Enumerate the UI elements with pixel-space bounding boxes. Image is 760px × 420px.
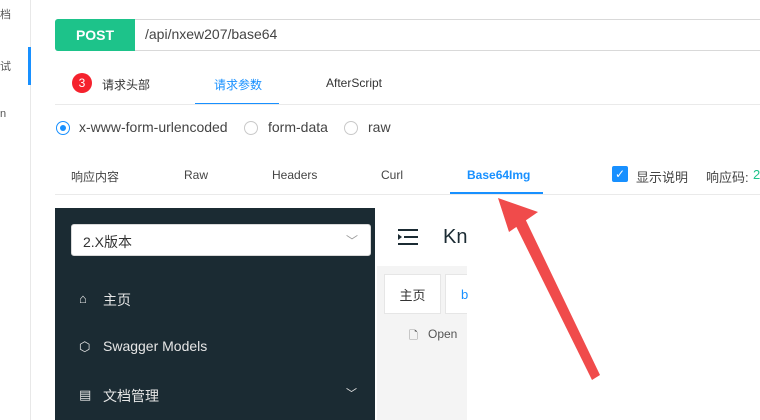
- preview-menu-models: Swagger Models: [103, 338, 208, 354]
- file-icon: 🗋: [409, 330, 418, 342]
- tab-request-headers[interactable]: 请求头部: [102, 76, 150, 93]
- preview-tab-home: 主页: [384, 274, 441, 314]
- show-description-label[interactable]: 显示说明: [636, 167, 688, 186]
- preview-version-text: 2.X版本: [83, 234, 133, 250]
- left-sidebar-item-debug[interactable]: 试: [0, 58, 11, 74]
- radio-urlencoded[interactable]: [56, 121, 70, 135]
- tab-response-headers[interactable]: Headers: [272, 168, 317, 182]
- preview-open-label: Open: [428, 327, 458, 341]
- response-code-label: 响应码:: [706, 170, 749, 185]
- show-description-checkbox[interactable]: ✓: [612, 166, 628, 182]
- radio-raw[interactable]: [344, 121, 358, 135]
- annotation-arrow-head: [498, 198, 538, 232]
- left-sidebar-item-docs[interactable]: 档: [0, 6, 11, 22]
- preview-brand-title: Kn: [443, 226, 468, 248]
- http-method-label[interactable]: POST: [55, 19, 135, 51]
- home-icon: ⌂: [79, 291, 87, 306]
- response-code-value: 2: [753, 167, 760, 182]
- document-icon: ▤: [79, 387, 92, 402]
- check-icon: ✓: [614, 167, 626, 181]
- radio-label-raw[interactable]: raw: [368, 119, 391, 135]
- chevron-down-icon: ﹀: [346, 388, 357, 400]
- radio-label-form-data[interactable]: form-data: [268, 119, 328, 135]
- request-url-input[interactable]: /api/nxew207/base64: [145, 26, 277, 42]
- annotation-arrow-shaft: [510, 208, 600, 380]
- left-sidebar-item-json[interactable]: n: [0, 108, 6, 120]
- tab-response-raw[interactable]: Raw: [184, 168, 208, 182]
- radio-label-urlencoded[interactable]: x-www-form-urlencoded: [79, 119, 228, 135]
- header-count-badge: 3: [72, 73, 92, 93]
- preview-tab-b: b: [445, 274, 468, 314]
- tab-response-base64img[interactable]: Base64Img: [467, 168, 530, 182]
- radio-form-data[interactable]: [244, 121, 258, 135]
- divider: [55, 104, 760, 105]
- tab-after-script[interactable]: AfterScript: [326, 76, 382, 90]
- chevron-down-icon: ﹀: [346, 234, 359, 248]
- preview-menu-home: 主页: [103, 292, 131, 308]
- divider: [55, 194, 760, 195]
- tab-response-curl[interactable]: Curl: [381, 168, 403, 182]
- tab-response-content[interactable]: 响应内容: [71, 168, 119, 185]
- cube-icon: ⬡: [79, 339, 91, 354]
- left-sidebar-active-indicator: [28, 47, 31, 85]
- preview-menu-docs: 文档管理: [103, 388, 159, 404]
- menu-fold-icon: [398, 229, 418, 245]
- tab-request-params[interactable]: 请求参数: [214, 76, 262, 93]
